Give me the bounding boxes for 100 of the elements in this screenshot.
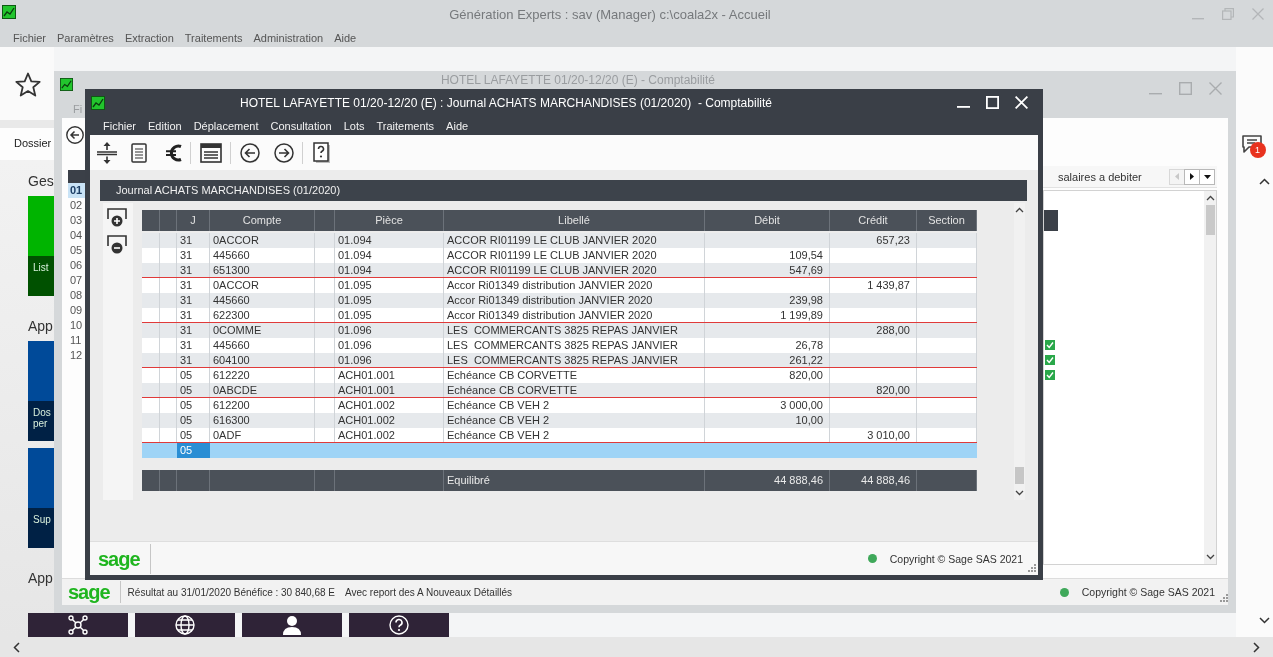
menu-item[interactable]: Fichier: [103, 119, 136, 132]
app-tile[interactable]: Dos per: [28, 341, 54, 441]
star-icon[interactable]: [15, 72, 41, 98]
table-cell: 1 199,89: [705, 308, 830, 322]
period-item[interactable]: 04: [68, 228, 85, 243]
column-header[interactable]: Crédit: [830, 210, 917, 231]
circle-arrow-left-icon[interactable]: [66, 126, 84, 144]
menu-item[interactable]: Traitements: [376, 119, 435, 132]
column-header[interactable]: J: [177, 210, 210, 231]
chevron-up-icon[interactable]: [1015, 207, 1024, 213]
menu-item[interactable]: Traitements: [184, 31, 243, 44]
column-header[interactable]: Compte: [210, 210, 315, 231]
app-tile[interactable]: [242, 613, 342, 637]
next-button[interactable]: [1184, 168, 1200, 185]
app-tile[interactable]: [135, 613, 235, 637]
remove-row-icon[interactable]: [106, 234, 128, 254]
table-row[interactable]: 05 612220 ACH01.001 Echéance CB CORVETTE 820,00: [142, 368, 977, 383]
globe-icon: [175, 615, 195, 635]
table-row[interactable]: 31 0ACCOR 01.094 ACCOR RI01199 LE CLUB JANVIER 2020 657,23: [142, 233, 977, 248]
chevron-up-icon[interactable]: [1205, 195, 1215, 201]
column-header[interactable]: Libellé: [444, 210, 705, 231]
period-item[interactable]: 07: [68, 273, 85, 288]
table-row[interactable]: 31 604100 01.096 LES COMMERCANTS 3825 REPAS JANVIER 261,22: [142, 353, 977, 368]
chevron-down-icon[interactable]: [1015, 490, 1024, 496]
period-item[interactable]: 11: [68, 333, 85, 348]
vertical-scrollbar[interactable]: [1204, 191, 1216, 564]
section-heading: App: [28, 570, 54, 587]
column-header[interactable]: Débit: [705, 210, 830, 231]
column-header[interactable]: Pièce: [335, 210, 444, 231]
period-item[interactable]: 12: [68, 348, 85, 363]
circle-arrow-right-icon[interactable]: [274, 142, 294, 163]
vertical-scrollbar[interactable]: [1014, 203, 1025, 500]
table-cell: 820,00: [830, 383, 917, 397]
menu-item[interactable]: Fichier: [13, 31, 46, 44]
chevron-down-icon[interactable]: [1259, 617, 1270, 624]
table-cell: ACH01.002: [335, 428, 444, 442]
resize-grip-icon[interactable]: [1220, 594, 1228, 602]
add-row-icon[interactable]: [106, 207, 128, 227]
table-cell: 01.095: [335, 308, 444, 322]
table-row[interactable]: 05 616300 ACH01.002 Echéance CB VEH 2 10,00: [142, 413, 977, 428]
menu-item[interactable]: Aide: [334, 31, 357, 44]
table-cell: 0ADF: [210, 428, 315, 442]
resize-grip-icon[interactable]: [1028, 564, 1036, 572]
table-row[interactable]: 31 0ACCOR 01.095 Accor Ri01349 distribution JANVIER 2020 1 439,87: [142, 278, 977, 293]
chevron-up-icon[interactable]: [1259, 178, 1270, 185]
table-row[interactable]: 31 445660 01.094 ACCOR RI01199 LE CLUB JANVIER 2020 109,54: [142, 248, 977, 263]
period-item[interactable]: 03: [68, 213, 85, 228]
scrollbar-thumb[interactable]: [1015, 467, 1024, 484]
menu-item[interactable]: Administration: [253, 31, 324, 44]
network-icon: [68, 615, 88, 635]
menu-item[interactable]: Déplacement: [193, 119, 259, 132]
table-row[interactable]: 05 612200 ACH01.002 Echéance CB VEH 2 3 000,00: [142, 398, 977, 413]
app-tile[interactable]: List: [28, 196, 54, 296]
circle-arrow-left-icon[interactable]: [240, 142, 260, 163]
table-row[interactable]: 31 445660 01.095 Accor Ri01349 distribution JANVIER 2020 239,98: [142, 293, 977, 308]
period-item[interactable]: 06: [68, 258, 85, 273]
period-item[interactable]: 01: [68, 183, 85, 198]
table-row[interactable]: 31 445660 01.096 LES COMMERCANTS 3825 REPAS JANVIER 26,78: [142, 338, 977, 353]
dropdown-button[interactable]: [1199, 168, 1215, 185]
table-row[interactable]: 05 0ADF ACH01.002 Echéance CB VEH 2 3 010,00: [142, 428, 977, 443]
app-tile[interactable]: Sup: [28, 448, 54, 548]
table-cell: 3 010,00: [830, 428, 917, 442]
chevron-right-icon[interactable]: [1253, 641, 1260, 653]
menu-item[interactable]: Edition: [148, 119, 182, 132]
app-tile[interactable]: [349, 613, 449, 637]
document-icon[interactable]: [131, 142, 147, 163]
line-chart-icon: [60, 78, 73, 91]
table-cell: 44 888,46: [705, 470, 830, 491]
euro-icon[interactable]: [166, 142, 182, 163]
table-row[interactable]: 05 0ABCDE ACH01.001 Echéance CB CORVETTE 820,00: [142, 383, 977, 398]
menu-item[interactable]: Consultation: [270, 119, 332, 132]
split-arrows-icon[interactable]: [97, 141, 117, 164]
chat-icon[interactable]: [1241, 135, 1262, 153]
menu-item[interactable]: Aide: [446, 119, 469, 132]
section-heading: App: [28, 318, 54, 335]
menu-item[interactable]: Lots: [343, 119, 365, 132]
table-row[interactable]: 31 0COMME 01.096 LES COMMERCANTS 3825 REPAS JANVIER 288,00: [142, 323, 977, 338]
chevron-left-icon[interactable]: [13, 641, 20, 653]
menu-item[interactable]: Extraction: [124, 31, 174, 44]
app-tile[interactable]: [28, 613, 128, 637]
period-item[interactable]: 08: [68, 288, 85, 303]
period-item[interactable]: 10: [68, 318, 85, 333]
line-chart-icon: [2, 5, 16, 19]
scrollbar-thumb[interactable]: [1205, 205, 1215, 235]
horizontal-scrollbar[interactable]: [0, 637, 1273, 657]
period-item[interactable]: 09: [68, 303, 85, 318]
tab[interactable]: Dossier: [0, 128, 54, 160]
menu-item[interactable]: Paramètres: [57, 31, 114, 44]
column-header[interactable]: Section: [917, 210, 977, 231]
triangle-left-icon: [1175, 173, 1179, 180]
table-cell: 31: [177, 308, 210, 322]
period-item[interactable]: 05: [68, 243, 85, 258]
table-row[interactable]: 31 651300 01.094 ACCOR RI01199 LE CLUB JANVIER 2020 547,69: [142, 263, 977, 278]
list-window-icon[interactable]: [200, 142, 222, 163]
table-row[interactable]: 31 622300 01.095 Accor Ri01349 distribution JANVIER 2020 1 199,89: [142, 308, 977, 323]
period-item[interactable]: 02: [68, 198, 85, 213]
help-document-icon[interactable]: [313, 141, 331, 164]
chevron-down-icon[interactable]: [1205, 554, 1215, 560]
table-row[interactable]: 05: [142, 443, 977, 458]
line-chart-icon: [91, 95, 105, 110]
